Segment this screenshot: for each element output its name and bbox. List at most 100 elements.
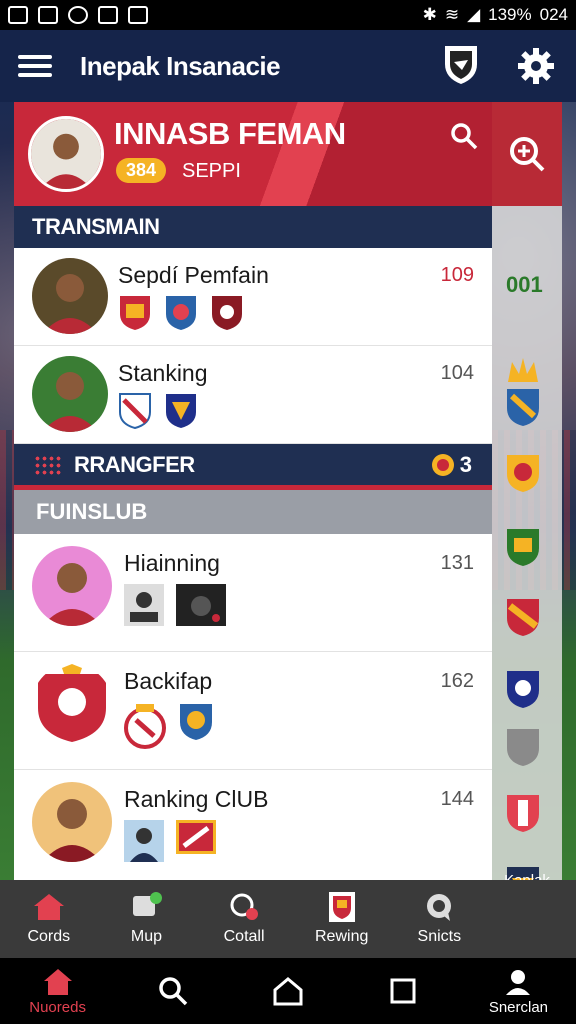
club-crest-icon[interactable] xyxy=(504,596,542,638)
club-crest-icon[interactable] xyxy=(504,668,542,710)
chat-icon xyxy=(133,892,163,916)
main-panel: INNASB FEMAN 384 SEPPI TRANSMAIN Sepdí P… xyxy=(14,102,492,880)
toolbar-label: Cotall xyxy=(223,928,265,945)
player-name: Backifap xyxy=(124,668,213,694)
rank-band: RRANGFER 3 xyxy=(14,444,492,490)
system-nav-bar: Nuoreds Snerclan xyxy=(0,958,576,1024)
bottom-toolbar: Cords Mup Cotall Rewing Snicts xyxy=(0,880,576,958)
player-value: 104 xyxy=(440,362,474,384)
band-count: 3 xyxy=(430,451,472,479)
toolbar-label: Snicts xyxy=(417,928,462,945)
crest-icon xyxy=(328,892,355,922)
club-crest-icon[interactable] xyxy=(504,386,542,428)
zoom-search-icon[interactable] xyxy=(507,134,547,174)
toolbar-item-cotall[interactable]: Cotall xyxy=(195,880,293,958)
photo-thumbnail-icon[interactable] xyxy=(176,584,226,626)
photo-thumbnail-icon[interactable] xyxy=(124,584,164,626)
search-icon[interactable] xyxy=(450,122,478,150)
page-title: Inepak Insanacie xyxy=(80,50,281,81)
nav-label: Snerclan xyxy=(488,998,549,1016)
player-name: Stanking xyxy=(118,360,208,386)
list-item[interactable]: Hiainning 131 xyxy=(14,534,492,652)
section-header: FUINSLUB xyxy=(14,490,492,534)
square-icon xyxy=(390,978,416,1004)
avatar xyxy=(32,356,108,432)
rail-value: 001 xyxy=(506,272,543,297)
list-item[interactable]: Backifap 162 xyxy=(14,652,492,770)
band-label: RRANGFER xyxy=(74,451,195,477)
list-item[interactable]: Ranking ClUB 144 xyxy=(14,770,492,880)
notification-icon xyxy=(98,6,118,24)
search-icon xyxy=(159,977,188,1006)
dots-icon xyxy=(34,454,62,475)
player-value: 162 xyxy=(440,670,474,692)
nav-item-house[interactable] xyxy=(230,958,345,1024)
home-icon xyxy=(33,894,64,920)
band-count-value: 3 xyxy=(459,451,472,477)
crest-icon xyxy=(431,453,454,476)
player-name: Hiainning xyxy=(124,550,220,576)
house-outline-icon xyxy=(273,977,303,1006)
player-value: 144 xyxy=(440,788,474,810)
profile-subtitle: SEPPI xyxy=(182,160,241,182)
rail-header xyxy=(492,102,562,206)
profile-header: INNASB FEMAN 384 SEPPI xyxy=(14,102,492,206)
club-crest-icon[interactable] xyxy=(176,820,216,854)
club-crest-icon[interactable] xyxy=(178,702,214,742)
status-bar: ✱ ≋ ◢ 139% 024 xyxy=(0,0,576,30)
bubble-icon xyxy=(427,894,452,921)
score-badge: 384 xyxy=(116,158,167,183)
club-crest-icon[interactable] xyxy=(504,526,542,568)
player-value: 109 xyxy=(440,264,474,286)
avatar xyxy=(32,258,108,334)
notification-icon xyxy=(38,6,58,24)
gear-icon[interactable] xyxy=(516,46,556,86)
bluetooth-icon: ✱ xyxy=(422,5,437,24)
nav-label: Nuoreds xyxy=(29,998,86,1016)
nav-item-search[interactable] xyxy=(115,958,230,1024)
toolbar-label: Cords xyxy=(27,928,71,945)
club-crest-icon[interactable] xyxy=(118,294,152,332)
photo-thumbnail-icon[interactable] xyxy=(124,820,164,862)
home-icon xyxy=(43,968,72,995)
player-value: 131 xyxy=(440,552,474,574)
shield-icon[interactable] xyxy=(442,42,480,86)
club-crest-icon[interactable] xyxy=(118,392,152,430)
section-header: TRANSMAIN xyxy=(14,206,492,248)
record-icon xyxy=(230,893,259,920)
club-crest-icon[interactable] xyxy=(504,452,542,494)
profile-name: INNASB FEMAN xyxy=(114,116,346,151)
menu-icon[interactable] xyxy=(18,50,52,82)
app-bar: Inepak Insanacie xyxy=(0,30,576,102)
toolbar-label: Rewing xyxy=(315,928,369,945)
nav-item-profile[interactable]: Snerclan xyxy=(461,958,576,1024)
club-crest-icon[interactable] xyxy=(164,294,198,332)
shield-outline-icon[interactable] xyxy=(504,726,542,768)
avatar xyxy=(32,546,112,626)
nav-item-home[interactable]: Nuoreds xyxy=(0,958,115,1024)
club-crest-icon[interactable] xyxy=(210,294,244,332)
person-icon xyxy=(506,969,531,995)
clock: 024 xyxy=(539,5,568,24)
toolbar-item-snicts[interactable]: Snicts xyxy=(391,880,489,958)
side-rail: 001 xyxy=(492,102,562,904)
wifi-icon: ≋ xyxy=(444,5,460,24)
player-name: Sepdí Pemfain xyxy=(118,262,269,288)
player-name: Ranking ClUB xyxy=(124,786,269,812)
toolbar-item-rewing[interactable]: Rewing xyxy=(293,880,391,958)
nav-item-recents[interactable] xyxy=(346,958,461,1024)
avatar[interactable] xyxy=(28,116,104,192)
list-item[interactable]: Stanking 104 xyxy=(14,346,492,444)
list-item[interactable]: Sepdí Pemfain 109 xyxy=(14,248,492,346)
club-crest-avatar xyxy=(38,664,106,742)
club-crest-icon[interactable] xyxy=(124,702,166,750)
notification-icon xyxy=(8,6,28,24)
toolbar-item-mup[interactable]: Mup xyxy=(98,880,196,958)
toolbar-item-cords[interactable]: Cords xyxy=(0,880,98,958)
club-crest-icon[interactable] xyxy=(164,392,198,430)
battery-text: 139% xyxy=(488,5,532,24)
signal-icon: ◢ xyxy=(467,5,481,24)
club-crest-icon[interactable] xyxy=(504,792,542,834)
toolbar-label: Mup xyxy=(130,928,162,945)
